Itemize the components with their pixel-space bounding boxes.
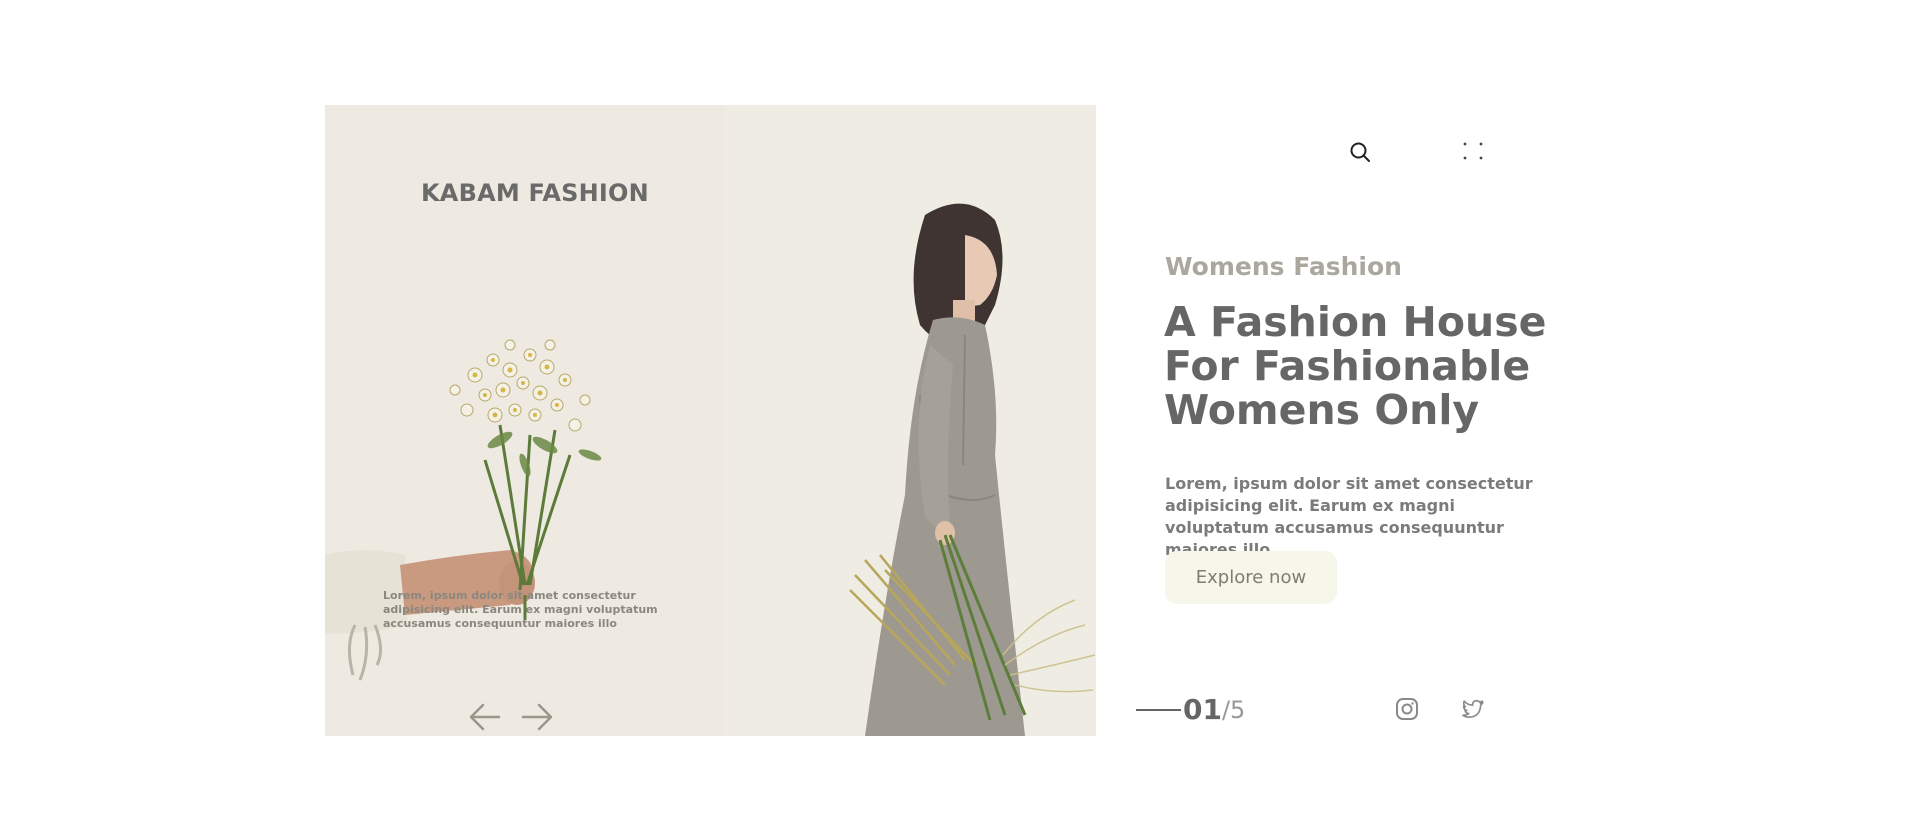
instagram-icon: [1396, 698, 1418, 720]
search-icon: [1350, 142, 1370, 162]
arrow-left-icon: [469, 703, 501, 731]
page-headline: A Fashion House For Fashionable Womens O…: [1164, 298, 1547, 434]
previous-slide-button[interactable]: [467, 699, 503, 735]
twitter-icon: [1462, 699, 1484, 718]
slider-arrows: [467, 699, 555, 735]
search-button[interactable]: [1345, 137, 1375, 167]
explore-now-button[interactable]: Explore now: [1165, 551, 1337, 604]
category-eyebrow: Womens Fashion: [1165, 252, 1402, 281]
arrow-right-icon: [521, 703, 553, 731]
slide-current: 01: [1183, 693, 1222, 726]
model-image: [849, 203, 1096, 736]
brand-logo[interactable]: KABAM FASHION: [421, 179, 649, 207]
grid-dots-icon: [1463, 142, 1483, 160]
slide-total: /5: [1221, 695, 1246, 724]
next-slide-button[interactable]: [519, 699, 555, 735]
hero-description: Lorem, ipsum dolor sit amet consectetur …: [383, 589, 658, 630]
flower-bouquet-image: [325, 339, 602, 681]
slide-counter: 01 /5: [1136, 693, 1245, 726]
counter-divider: [1136, 708, 1181, 711]
page-description: Lorem, ipsum dolor sit amet consectetur …: [1165, 474, 1533, 559]
menu-button[interactable]: [1458, 136, 1488, 166]
instagram-link[interactable]: [1392, 694, 1422, 724]
hero-panel: KABAM FASHION Lorem, ipsum dolor sit ame…: [325, 105, 1096, 736]
twitter-link[interactable]: [1458, 694, 1488, 724]
